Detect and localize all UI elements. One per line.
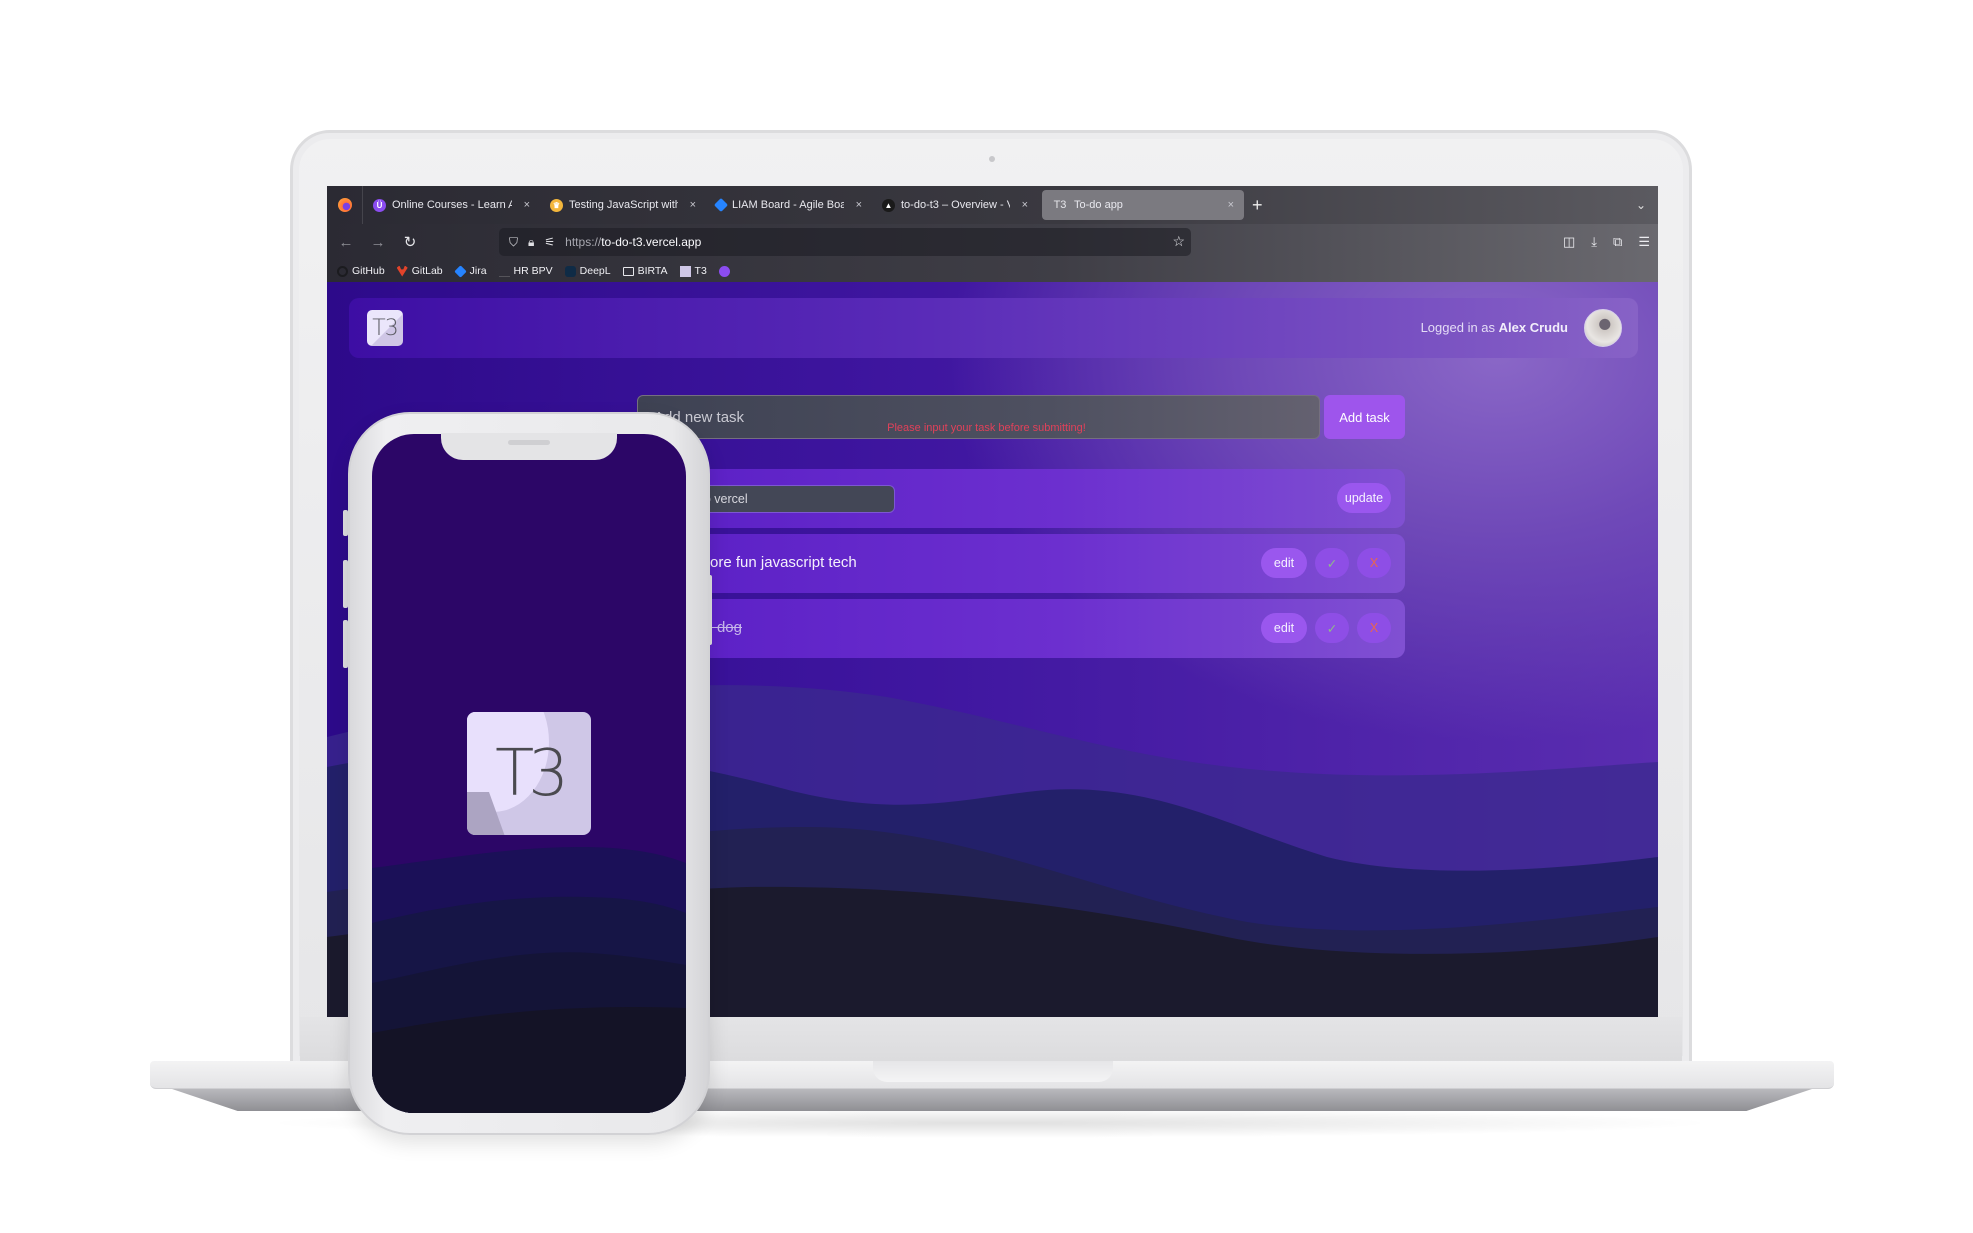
tab-label: LIAM Board - Agile Board - Jira	[732, 199, 844, 211]
bookmark-birta[interactable]: BIRTA	[622, 265, 668, 277]
bookmark-label: DeepL	[579, 265, 611, 277]
bookmark-hr-bpv[interactable]: HR BPV	[498, 265, 553, 277]
tab-label: To-do app	[1074, 199, 1123, 211]
todo-item: Walk the dog edit ✓ X	[637, 599, 1405, 658]
error-text: Please input your task before submitting…	[887, 422, 1086, 434]
tab-testing-javascript[interactable]: ♛ Testing JavaScript with Kent C. Dodds …	[540, 190, 706, 220]
todo-item: Learn more fun javascript tech edit ✓ X	[637, 534, 1405, 593]
login-status: Logged in as Alex Crudu	[1421, 320, 1568, 335]
bookmark-jira[interactable]: Jira	[453, 264, 487, 278]
phone-logo-text: T3	[495, 736, 569, 811]
download-icon[interactable]: ⤓	[1591, 234, 1597, 250]
complete-button[interactable]: ✓	[1315, 613, 1349, 643]
tab-todo-app[interactable]: T3 To-do app ×	[1042, 190, 1244, 220]
firefox-icon[interactable]	[327, 186, 363, 224]
bookmark-label: GitLab	[411, 265, 443, 277]
list-all-tabs-icon[interactable]: ⌄	[1636, 198, 1646, 212]
permissions-icon[interactable]: ⚟	[544, 235, 555, 249]
trophy-icon: ♛	[550, 198, 563, 212]
bookmark-label: GitHub	[352, 265, 385, 277]
lock-icon[interactable]: 🔒︎	[528, 235, 534, 250]
browser-tab-bar: Ü Online Courses - Learn Anything × ♛ Te…	[327, 186, 1658, 224]
new-tab-button[interactable]: +	[1252, 195, 1263, 216]
app-header: T3 Logged in as Alex Crudu	[349, 298, 1638, 358]
tab-jira-board[interactable]: LIAM Board - Agile Board - Jira ×	[706, 190, 872, 220]
bookmark-label: BIRTA	[637, 265, 668, 277]
laptop-opening-notch	[873, 1061, 1113, 1082]
back-icon[interactable]: ←	[333, 234, 359, 251]
delete-button[interactable]: X	[1357, 548, 1391, 578]
udemy-icon: Ü	[373, 198, 386, 212]
bookmark-label: Jira	[469, 265, 487, 277]
user-avatar[interactable]	[1584, 309, 1622, 347]
close-tab-icon[interactable]: ×	[524, 199, 530, 211]
github-icon	[337, 265, 348, 277]
edit-button[interactable]: edit	[1261, 613, 1307, 643]
jira-icon	[453, 264, 467, 278]
phone-wave-background	[372, 847, 686, 1113]
deepl-icon	[564, 265, 576, 277]
hr-icon	[498, 266, 510, 277]
menu-icon[interactable]: ☰	[1638, 234, 1650, 250]
bookmark-udemy[interactable]	[718, 265, 730, 277]
login-prefix: Logged in as	[1420, 320, 1496, 335]
delete-button[interactable]: X	[1357, 613, 1391, 643]
bookmark-label: T3	[694, 265, 707, 277]
t3-icon	[679, 265, 691, 277]
close-tab-icon[interactable]: ×	[690, 199, 696, 211]
user-name: Alex Crudu	[1498, 320, 1568, 335]
phone-notch	[441, 433, 617, 460]
reload-icon[interactable]: ↻	[397, 233, 423, 251]
shield-icon[interactable]: ⛉	[509, 235, 518, 250]
forward-icon[interactable]: →	[365, 234, 391, 251]
device-mockup: Ü Online Courses - Learn Anything × ♛ Te…	[0, 0, 1973, 1233]
todo-item: update	[637, 469, 1405, 528]
close-tab-icon[interactable]: ×	[1022, 199, 1028, 211]
bookmark-label: HR BPV	[513, 265, 553, 277]
phone-t3-logo: T3	[467, 712, 591, 835]
tab-label: Online Courses - Learn Anything	[392, 199, 512, 211]
tab-label: to-do-t3 – Overview - Vercel	[901, 199, 1010, 211]
update-button[interactable]: update	[1337, 483, 1391, 513]
jira-icon	[713, 197, 729, 213]
udemy-icon	[718, 265, 730, 277]
phone-speaker	[508, 440, 550, 445]
toolbar-right: ◫ ⤓ ⧉ ☰	[1563, 224, 1650, 260]
url-bar[interactable]: ⛉ 🔒︎ ⚟ https://to-do-t3.vercel.app ☆	[499, 228, 1191, 256]
bookmark-t3[interactable]: T3	[679, 265, 707, 277]
bookmark-deepl[interactable]: DeepL	[564, 265, 611, 277]
gitlab-icon	[396, 265, 408, 277]
bookmark-gitlab[interactable]: GitLab	[396, 265, 443, 277]
extensions-icon[interactable]: ⧉	[1613, 234, 1622, 250]
bookmarks-bar: GitHub GitLab Jira HR BPV DeepL BIRTA T3	[327, 260, 1658, 282]
tab-vercel-overview[interactable]: ▲ to-do-t3 – Overview - Vercel ×	[872, 190, 1038, 220]
tab-online-courses[interactable]: Ü Online Courses - Learn Anything ×	[363, 190, 540, 220]
edit-button[interactable]: edit	[1261, 548, 1307, 578]
t3-logo[interactable]: T3	[367, 310, 403, 346]
laptop-camera	[989, 156, 995, 162]
bookmark-github[interactable]: GitHub	[337, 265, 385, 277]
bookmark-star-icon[interactable]: ☆	[1172, 233, 1185, 250]
vercel-icon: ▲	[882, 198, 895, 212]
close-tab-icon[interactable]: ×	[856, 199, 862, 211]
url-text[interactable]: https://to-do-t3.vercel.app	[565, 235, 701, 249]
complete-button[interactable]: ✓	[1315, 548, 1349, 578]
close-tab-icon[interactable]: ×	[1228, 199, 1234, 211]
pocket-icon[interactable]: ◫	[1563, 234, 1575, 250]
t3-icon: T3	[1053, 199, 1067, 211]
browser-nav-bar: ← → ↻ ⛉ 🔒︎ ⚟ https://to-do-t3.vercel.app…	[327, 224, 1658, 260]
tab-label: Testing JavaScript with Kent C. Dodds	[569, 199, 678, 211]
folder-icon	[622, 266, 634, 276]
